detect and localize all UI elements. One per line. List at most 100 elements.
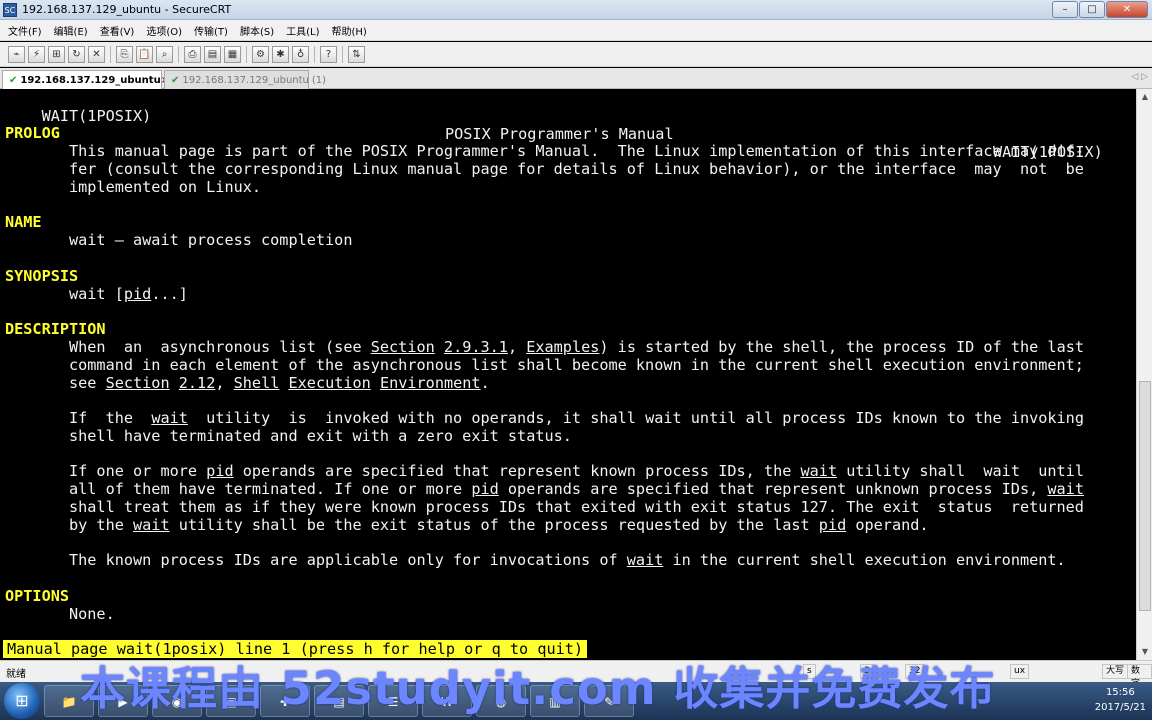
pid-ref: pid [206, 462, 234, 480]
tab-session-active[interactable]: ✔ 192.168.137.129_ubuntu × [2, 70, 169, 89]
text: utility shall wait until [837, 462, 1084, 480]
text: by the [5, 516, 134, 534]
text: utility shall be the exit status of the … [169, 516, 819, 534]
status-caps: 大写 [1102, 664, 1129, 679]
text: If the [5, 409, 152, 427]
text: If one or more [5, 462, 207, 480]
connected-check-icon: ✔ [171, 74, 180, 86]
section-number-ref: 2.12 [178, 374, 216, 392]
menu-help[interactable]: 帮助(H) [331, 23, 366, 38]
title-bar: SC 192.168.137.129_ubuntu - SecureCRT – … [0, 0, 1152, 20]
section-ref: Section [105, 374, 170, 392]
maximize-button[interactable]: □ [1079, 1, 1105, 18]
wait-ref: wait [151, 409, 188, 427]
disconnect-icon[interactable]: ✕ [88, 45, 105, 63]
man-header: WAIT(1POSIX) POSIX Programmer's Manual W… [5, 89, 1105, 161]
text: ) is started by the shell, the process I… [599, 338, 1085, 356]
desc-para2-line-2: shell have terminated and exit with a ze… [5, 427, 572, 445]
start-button[interactable]: ⊞ [4, 683, 40, 719]
connect-icon[interactable]: ⌁ [8, 45, 25, 63]
tab-session-1[interactable]: ✔ 192.168.137.129_ubuntu (1) [164, 70, 326, 89]
global-options-icon[interactable]: ✱ [272, 45, 289, 63]
session-options-icon[interactable]: ⚙ [252, 45, 269, 63]
man-header-left: WAIT(1POSIX) [41, 107, 152, 125]
menu-options[interactable]: 选项(O) [146, 23, 182, 38]
synopsis-line: wait [pid...] [5, 285, 188, 303]
window-title: 192.168.137.129_ubuntu - SecureCRT [22, 3, 232, 16]
menu-view[interactable]: 查看(V) [100, 23, 135, 38]
terminal-view[interactable]: WAIT(1POSIX) POSIX Programmer's Manual W… [0, 89, 1136, 660]
sftp-icon[interactable]: ⇅ [348, 45, 365, 63]
text [279, 374, 288, 392]
find-icon[interactable]: ⌕ [156, 45, 173, 63]
section-options: OPTIONS [5, 587, 70, 605]
text: wait [ [5, 285, 124, 303]
text: operands are specified that represent kn… [233, 462, 801, 480]
text: , [507, 338, 527, 356]
text [170, 374, 179, 392]
securecrt-app-icon: SC [3, 2, 17, 17]
terminal-scrollbar[interactable]: ▲ ▼ [1136, 89, 1152, 660]
text: operand. [846, 516, 929, 534]
clock-date: 2017/5/21 [1094, 702, 1146, 713]
desc-para3-line-1: If one or more pid operands are specifie… [5, 462, 1084, 480]
watermark-text: 本课程由 52studyit.com 收集并免费发布 [80, 662, 996, 715]
connected-check-icon: ✔ [9, 74, 18, 86]
quick-connect-icon[interactable]: ⚡ [28, 45, 45, 63]
environment-ref: Environment [379, 374, 481, 392]
section-ref: Section [370, 338, 435, 356]
print-icon[interactable]: ⎙ [184, 45, 201, 63]
menu-script[interactable]: 脚本(S) [240, 23, 274, 38]
tab-label: 192.168.137.129_ubuntu [20, 74, 161, 86]
paste-icon[interactable]: 📋 [136, 45, 153, 63]
reconnect-icon[interactable]: ↻ [68, 45, 85, 63]
section-name: NAME [5, 213, 42, 231]
copy-icon[interactable]: ⎘ [116, 45, 133, 63]
print-screen-icon[interactable]: ▦ [224, 45, 241, 63]
clock-time: 15:56 [1105, 687, 1135, 698]
menu-tools[interactable]: 工具(L) [286, 23, 319, 38]
wait-ref: wait [133, 516, 170, 534]
text: When an asynchronous list (see [5, 338, 371, 356]
system-clock[interactable]: 15:56 2017/5/21 [1095, 685, 1146, 715]
menu-file[interactable]: 文件(F) [8, 23, 42, 38]
options-line: None. [5, 605, 115, 623]
status-ready: 就绪 [6, 669, 26, 680]
tab-suffix: (1) [311, 74, 327, 86]
desc-para2-line-1: If the wait utility is invoked with no o… [5, 409, 1084, 427]
section-number-ref: 2.9.3.1 [443, 338, 508, 356]
help-icon[interactable]: ? [320, 45, 337, 63]
toolbar-separator [314, 45, 315, 63]
desc-line-2: command in each element of the asynchron… [5, 356, 1084, 374]
tab-label: 192.168.137.129_ubuntu [182, 74, 309, 86]
minimize-button[interactable]: – [1052, 1, 1078, 18]
text: ...] [151, 285, 188, 303]
menu-transfer[interactable]: 传输(T) [194, 23, 228, 38]
close-button[interactable]: ✕ [1106, 1, 1148, 18]
scroll-thumb[interactable] [1139, 381, 1151, 611]
connect-tab-icon[interactable]: ⊞ [48, 45, 65, 63]
menu-edit[interactable]: 编辑(E) [54, 23, 88, 38]
window-controls: – □ ✕ [1052, 1, 1148, 18]
scroll-down-icon[interactable]: ▼ [1137, 644, 1152, 660]
toolbar-separator [342, 45, 343, 63]
print-selection-icon[interactable]: ▤ [204, 45, 221, 63]
section-synopsis: SYNOPSIS [5, 267, 79, 285]
scroll-up-icon[interactable]: ▲ [1137, 89, 1152, 105]
prolog-line-2: fer (consult the corresponding Linux man… [5, 160, 1084, 178]
pid-ref: pid [471, 480, 499, 498]
wait-ref: wait [1047, 480, 1084, 498]
pid-link: pid [123, 285, 152, 303]
desc-para4-line-1: The known process IDs are applicable onl… [5, 551, 1066, 569]
menu-bar: 文件(F) 编辑(E) 查看(V) 选项(O) 传输(T) 脚本(S) 工具(L… [0, 20, 1152, 41]
tab-scroll-arrows[interactable]: ◁ ▷ [1131, 72, 1148, 82]
text: utility is invoked with no operands, it … [187, 409, 1084, 427]
keymap-icon[interactable]: ♁ [292, 45, 309, 63]
status-cell-term: ux [1010, 664, 1030, 679]
pid-ref: pid [818, 516, 847, 534]
section-prolog: PROLOG [5, 124, 60, 142]
wait-ref: wait [626, 551, 664, 569]
desc-para3-line-2: all of them have terminated. If one or m… [5, 480, 1084, 498]
text: see [5, 374, 106, 392]
wait-ref: wait [800, 462, 838, 480]
